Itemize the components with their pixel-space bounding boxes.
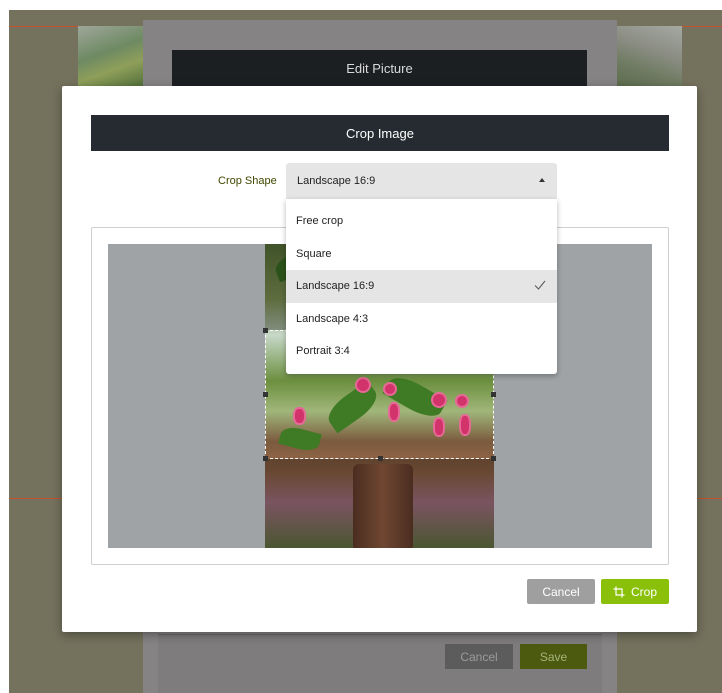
crop-cancel-label: Cancel [542,584,580,599]
option-label: Landscape 16:9 [296,280,375,293]
option-label: Landscape 4:3 [296,312,369,325]
screen: Edit Picture Cancel Save Crop Image Crop… [0,0,722,693]
background-photo-right [617,26,682,86]
crop-handle-bottom-left[interactable] [263,456,268,461]
crop-handle-bottom-right[interactable] [491,456,496,461]
checkmark-icon [534,280,546,290]
dropdown-option-square[interactable]: Square [286,238,557,271]
edit-cancel-button[interactable]: Cancel [445,644,513,669]
option-label: Square [296,247,332,260]
option-label: Portrait 3:4 [296,345,350,358]
dropdown-option-landscape-16-9[interactable]: Landscape 16:9 [286,270,557,303]
crop-shape-dropdown: Free crop Square Landscape 16:9 Landscap… [286,199,557,374]
crop-shape-value: Landscape 16:9 [297,175,376,187]
edit-picture-title: Edit Picture [172,50,587,86]
crop-button-label: Crop [630,584,657,599]
dropdown-option-portrait-3-4[interactable]: Portrait 3:4 [286,335,557,368]
crop-handle-left[interactable] [263,392,268,397]
caret-up-icon [539,178,545,182]
crop-shape-label: Crop Shape [218,175,277,187]
crop-button[interactable]: Crop [601,579,669,604]
crop-cancel-button[interactable]: Cancel [527,579,595,604]
dropdown-option-free-crop[interactable]: Free crop [286,205,557,238]
option-label: Free crop [296,215,344,228]
crop-mask-bottom [265,459,494,548]
crop-handle-bottom[interactable] [378,456,383,461]
dropdown-option-landscape-4-3[interactable]: Landscape 4:3 [286,303,557,336]
edit-save-button[interactable]: Save [520,644,587,669]
crop-icon [613,586,625,597]
crop-image-title: Crop Image [91,115,669,151]
crop-handle-right[interactable] [491,392,496,397]
crop-shape-select[interactable]: Landscape 16:9 [286,163,557,199]
crop-handle-top-left[interactable] [263,328,268,333]
